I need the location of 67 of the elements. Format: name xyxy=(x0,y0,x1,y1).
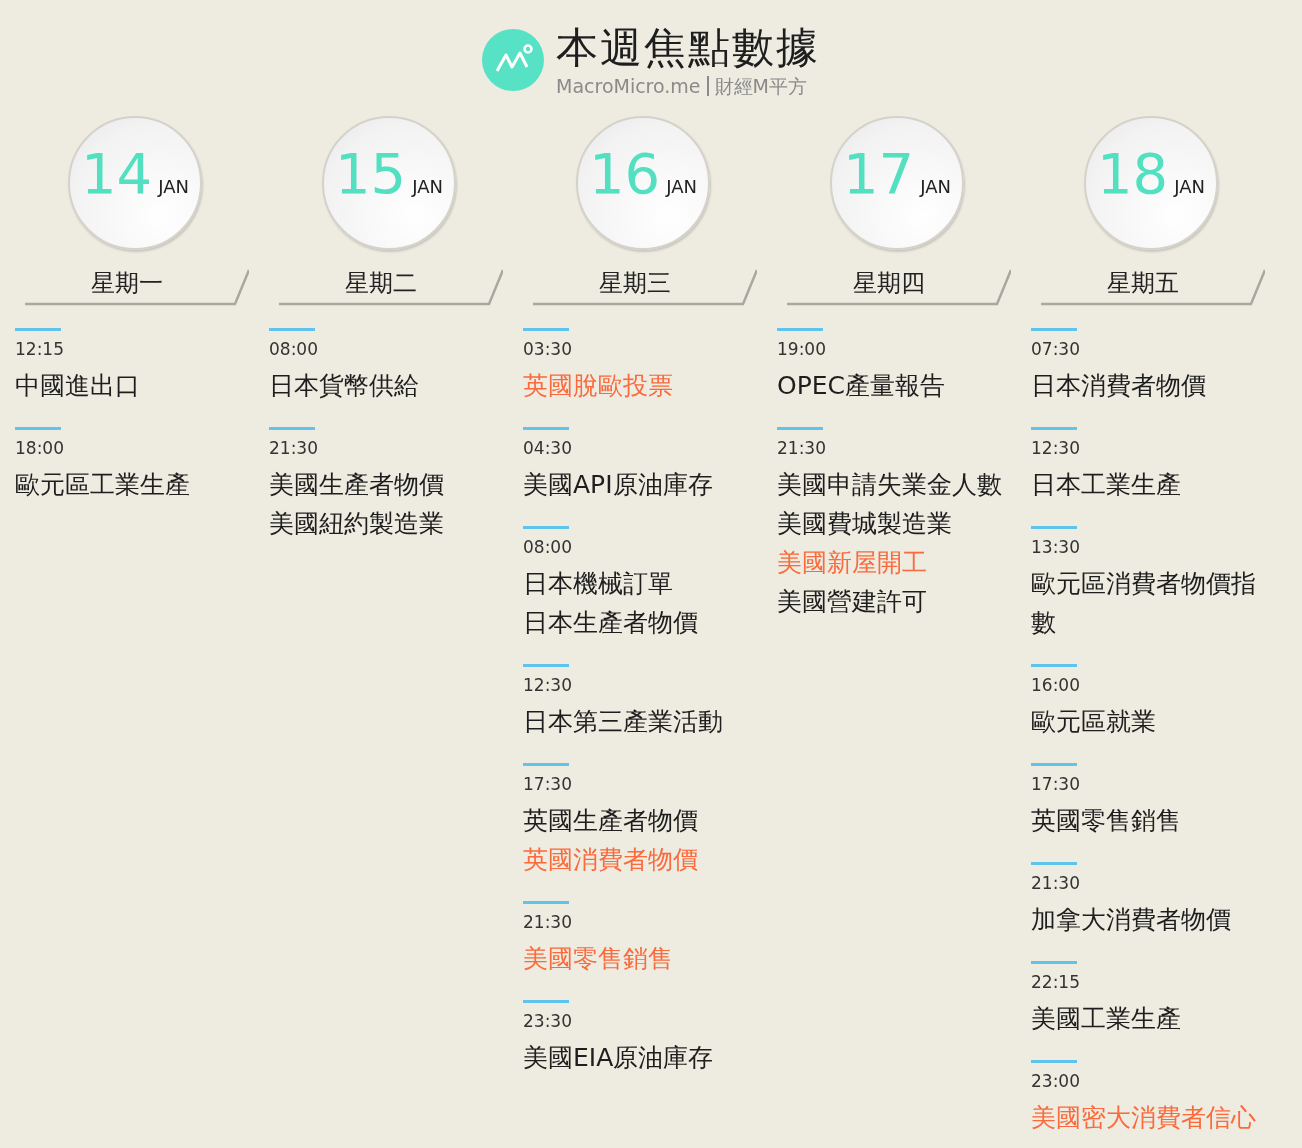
month-label: JAN xyxy=(666,176,697,197)
event-name: 加拿大消費者物價 xyxy=(1031,904,1232,936)
event-time: 23:00 xyxy=(1031,1070,1081,1092)
event-name: 美國營建許可 xyxy=(777,586,928,618)
event-time: 21:30 xyxy=(777,437,827,459)
event-name: 英國零售銷售 xyxy=(1031,805,1182,837)
event-name: 歐元區工業生產 xyxy=(15,469,191,501)
event-name: 歐元區就業 xyxy=(1031,706,1157,738)
event-name: 英國脫歐投票 xyxy=(523,370,674,402)
date-number: 18 xyxy=(1096,144,1169,204)
weekday-label: 星期五 xyxy=(1107,268,1180,299)
event-name: 英國生產者物價 xyxy=(523,805,699,837)
event-time: 17:30 xyxy=(1031,773,1081,795)
event-name: 日本貨幣供給 xyxy=(269,370,420,402)
logo-icon xyxy=(482,29,544,91)
event-time: 04:30 xyxy=(523,437,573,459)
event-name: 美國零售銷售 xyxy=(523,943,674,975)
event-time: 21:30 xyxy=(523,911,573,933)
event-name: 日本第三產業活動 xyxy=(523,706,724,738)
event-name: OPEC產量報告 xyxy=(777,370,946,402)
event-time: 18:00 xyxy=(15,437,65,459)
event-name: 美國新屋開工 xyxy=(777,547,928,579)
event-time: 12:30 xyxy=(1031,437,1081,459)
event-time: 13:30 xyxy=(1031,536,1081,558)
event-name: 中國進出口 xyxy=(15,370,141,402)
event-name: 美國費城製造業 xyxy=(777,508,953,540)
month-label: JAN xyxy=(158,176,189,197)
event-name: 美國EIA原油庫存 xyxy=(523,1042,715,1074)
event-name: 日本工業生產 xyxy=(1031,469,1182,501)
event-name: 日本消費者物價 xyxy=(1031,370,1207,402)
month-label: JAN xyxy=(920,176,951,197)
brand-name-chinese: 財經M平方 xyxy=(714,74,807,98)
date-number: 14 xyxy=(80,144,153,204)
page-title: 本週焦點數據 xyxy=(556,22,820,74)
event-time: 21:30 xyxy=(269,437,319,459)
weekday-label: 星期三 xyxy=(599,268,672,299)
event-time: 16:00 xyxy=(1031,674,1081,696)
event-name: 美國生產者物價 xyxy=(269,469,445,501)
event-time: 23:30 xyxy=(523,1010,573,1032)
event-name: 美國申請失業金人數 xyxy=(777,469,1003,501)
event-name: 日本生產者物價 xyxy=(523,607,699,639)
event-time: 22:15 xyxy=(1031,971,1081,993)
event-time: 21:30 xyxy=(1031,872,1081,894)
month-label: JAN xyxy=(1174,176,1205,197)
event-name: 美國工業生產 xyxy=(1031,1003,1182,1035)
event-name: 美國紐約製造業 xyxy=(269,508,445,540)
event-time: 17:30 xyxy=(523,773,573,795)
weekday-label: 星期二 xyxy=(345,268,418,299)
event-name: 美國密大消費者信心 xyxy=(1031,1102,1257,1134)
weekday-label: 星期四 xyxy=(853,268,926,299)
event-time: 08:00 xyxy=(523,536,573,558)
event-name: 日本機械訂單 xyxy=(523,568,674,600)
event-name: 英國消費者物價 xyxy=(523,844,699,876)
event-time: 12:15 xyxy=(15,338,65,360)
brand-name: MacroMicro.me xyxy=(556,74,701,98)
event-name: 歐元區消費者物價指數 xyxy=(1031,568,1257,639)
event-time: 07:30 xyxy=(1031,338,1081,360)
event-name: 美國API原油庫存 xyxy=(523,469,714,501)
date-number: 17 xyxy=(842,144,915,204)
event-time: 19:00 xyxy=(777,338,827,360)
event-time: 03:30 xyxy=(523,338,573,360)
date-number: 15 xyxy=(334,144,407,204)
date-number: 16 xyxy=(588,144,661,204)
month-label: JAN xyxy=(412,176,443,197)
weekday-label: 星期一 xyxy=(91,268,164,299)
event-time: 08:00 xyxy=(269,338,319,360)
event-time: 12:30 xyxy=(523,674,573,696)
